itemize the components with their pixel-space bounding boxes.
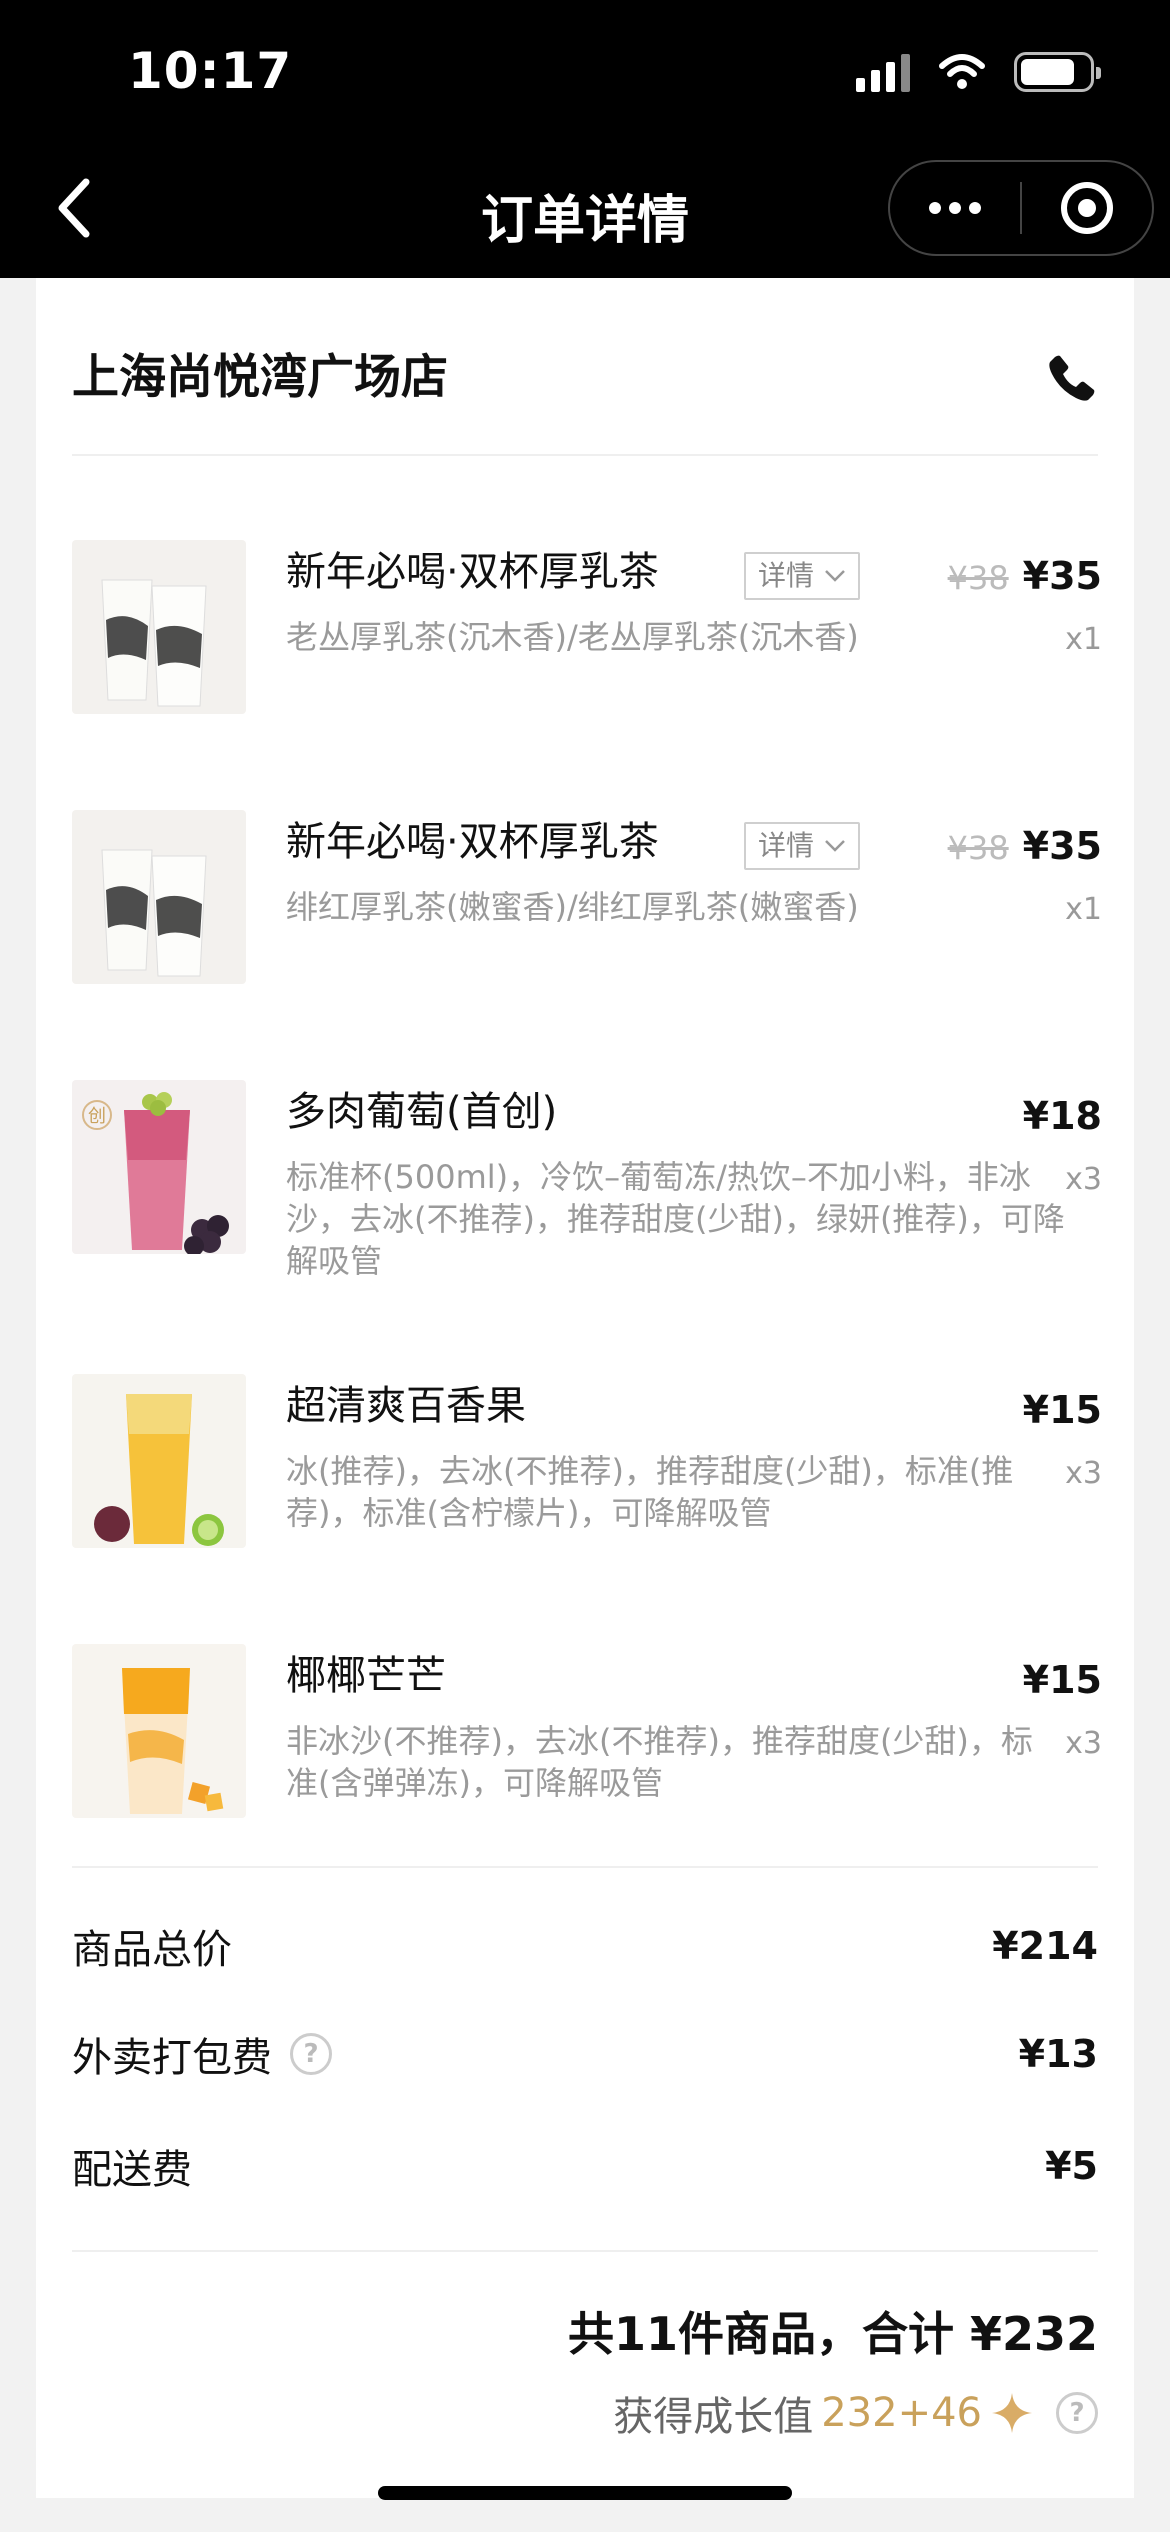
more-button[interactable] bbox=[890, 202, 1020, 214]
help-icon[interactable]: ? bbox=[1056, 2392, 1098, 2434]
item-price: ¥15 bbox=[1022, 1658, 1102, 1702]
item-price: ¥18 bbox=[1022, 1094, 1102, 1138]
packing-fee-label-group: 外卖打包费 ? bbox=[72, 2025, 332, 2083]
price-area: ¥38 ¥35 bbox=[948, 824, 1102, 868]
item-spec: 非冰沙(不推荐)，去冰(不推荐)，推荐甜度(少甜)，标准(含弹弹冻)，可降解吸管 bbox=[286, 1722, 1033, 1802]
item-name: 新年必喝·双杯厚乳茶 bbox=[286, 819, 659, 865]
list-item[interactable]: 新年必喝·双杯厚乳茶 详情 绯红厚乳茶(嫩蜜香)/绯红厚乳茶(嫩蜜香) ¥38 … bbox=[72, 810, 1102, 990]
detail-button[interactable]: 详情 bbox=[744, 552, 861, 600]
list-item[interactable]: 超清爽百香果 冰(推荐)，去冰(不推荐)，推荐甜度(少甜)，标准(推荐)，标准(… bbox=[72, 1374, 1102, 1554]
item-quantity: x1 bbox=[1065, 892, 1102, 927]
item-name: 多肉葡萄(首创) bbox=[286, 1089, 558, 1135]
goods-total-value: ¥214 bbox=[992, 1924, 1098, 1968]
sparkle-icon bbox=[992, 2393, 1032, 2433]
original-badge: 创 bbox=[82, 1100, 112, 1130]
delivery-fee-row: 配送费 ¥5 bbox=[72, 2130, 1098, 2202]
item-price: ¥35 bbox=[1022, 554, 1102, 598]
delivery-fee-label: 配送费 bbox=[72, 2147, 192, 2193]
goods-total-row: 商品总价 ¥214 bbox=[72, 1910, 1098, 1982]
divider bbox=[72, 2250, 1098, 2252]
original-price: ¥38 bbox=[947, 829, 1009, 867]
product-image bbox=[72, 810, 246, 984]
growth-row: 获得成长值 232+46 ? bbox=[613, 2384, 1098, 2442]
item-name: 新年必喝·双杯厚乳茶 bbox=[286, 549, 659, 595]
price-area: ¥38 ¥35 bbox=[948, 554, 1102, 598]
item-spec: 绯红厚乳茶(嫩蜜香)/绯红厚乳茶(嫩蜜香) bbox=[286, 888, 859, 926]
item-quantity: x3 bbox=[1065, 1726, 1102, 1761]
item-price: ¥15 bbox=[1022, 1388, 1102, 1432]
item-name: 超清爽百香果 bbox=[286, 1383, 526, 1429]
item-spec: 冰(推荐)，去冰(不推荐)，推荐甜度(少甜)，标准(推荐)，标准(含柠檬片)，可… bbox=[286, 1452, 1014, 1532]
order-card: 上海尚悦湾广场店 新年必喝·双杯厚乳茶 详情 老丛厚乳茶(沉木香)/老丛厚乳茶(… bbox=[36, 278, 1134, 2498]
product-image bbox=[72, 1374, 246, 1548]
store-name: 上海尚悦湾广场店 bbox=[72, 350, 448, 405]
help-icon[interactable]: ? bbox=[290, 2033, 332, 2075]
phone-icon[interactable] bbox=[1046, 352, 1098, 404]
store-row: 上海尚悦湾广场店 bbox=[72, 338, 1098, 418]
chevron-down-icon bbox=[825, 840, 845, 852]
battery-icon bbox=[1014, 52, 1101, 92]
list-item[interactable]: 椰椰芒芒 非冰沙(不推荐)，去冰(不推荐)，推荐甜度(少甜)，标准(含弹弹冻)，… bbox=[72, 1644, 1102, 1824]
original-price: ¥38 bbox=[947, 559, 1009, 597]
chevron-down-icon bbox=[825, 570, 845, 582]
price-area: ¥18 bbox=[1023, 1094, 1102, 1138]
item-price: ¥35 bbox=[1022, 824, 1102, 868]
item-spec: 标准杯(500ml)，冷饮–葡萄冻/热饮–不加小料，非冰沙，去冰(不推荐)，推荐… bbox=[286, 1158, 1065, 1280]
top-bar: 10:17 订单详情 bbox=[0, 0, 1170, 278]
list-item[interactable]: 创 多肉葡萄(首创) 标准杯(500ml)，冷饮–葡萄冻/热饮–不加小料，非冰沙… bbox=[72, 1080, 1102, 1280]
product-image bbox=[72, 1644, 246, 1818]
item-quantity: x3 bbox=[1065, 1456, 1102, 1491]
wifi-icon bbox=[939, 54, 985, 89]
goods-total-label: 商品总价 bbox=[72, 1927, 232, 1973]
packing-fee-row: 外卖打包费 ? ¥13 bbox=[72, 2018, 1098, 2090]
status-icons bbox=[856, 52, 1101, 92]
list-item[interactable]: 新年必喝·双杯厚乳茶 详情 老丛厚乳茶(沉木香)/老丛厚乳茶(沉木香) ¥38 … bbox=[72, 540, 1102, 720]
item-quantity: x1 bbox=[1065, 622, 1102, 657]
item-name: 椰椰芒芒 bbox=[286, 1653, 446, 1699]
delivery-fee-value: ¥5 bbox=[1045, 2144, 1098, 2188]
target-icon bbox=[1061, 182, 1113, 234]
price-area: ¥15 bbox=[1023, 1658, 1102, 1702]
product-image bbox=[72, 540, 246, 714]
growth-value: 232+46 bbox=[821, 2390, 982, 2436]
detail-label: 详情 bbox=[758, 829, 815, 862]
item-spec: 老丛厚乳茶(沉木香)/老丛厚乳茶(沉木香) bbox=[286, 618, 859, 656]
divider bbox=[72, 454, 1098, 456]
divider bbox=[72, 1866, 1098, 1868]
packing-fee-label: 外卖打包费 bbox=[72, 2035, 272, 2081]
detail-button[interactable]: 详情 bbox=[744, 822, 861, 870]
close-button[interactable] bbox=[1022, 182, 1152, 234]
order-total: 共11件商品，合计 ¥232 bbox=[567, 2307, 1098, 2361]
item-quantity: x3 bbox=[1065, 1162, 1102, 1197]
home-indicator bbox=[378, 2486, 792, 2500]
price-area: ¥15 bbox=[1023, 1388, 1102, 1432]
status-time: 10:17 bbox=[128, 42, 293, 100]
signal-icon bbox=[856, 52, 910, 92]
mini-program-capsule bbox=[888, 160, 1154, 256]
detail-label: 详情 bbox=[758, 559, 815, 592]
packing-fee-value: ¥13 bbox=[1018, 2032, 1098, 2076]
growth-label: 获得成长值 bbox=[613, 2394, 814, 2440]
